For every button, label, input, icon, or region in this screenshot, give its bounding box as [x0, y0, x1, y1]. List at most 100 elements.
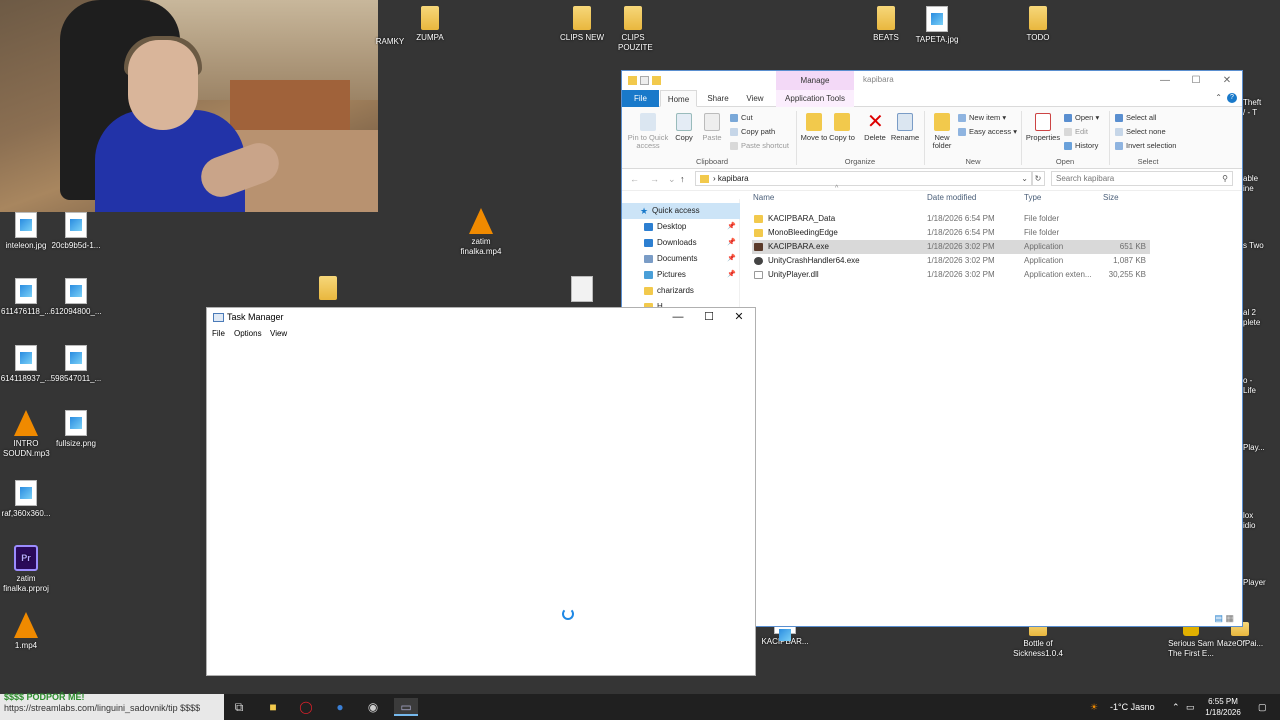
file-row[interactable]: KACIPBARA_Data 1/18/2026 6:54 PM File fo… [752, 212, 1150, 226]
easy-access-button[interactable]: Easy access ▾ [958, 127, 1017, 137]
desktop-icon-612094800[interactable]: 612094800_... [46, 278, 106, 317]
menu-options[interactable]: Options [234, 329, 262, 338]
copy-to-button[interactable]: Copy to [828, 113, 856, 142]
minimize-button[interactable]: — [663, 309, 693, 326]
details-view-icon[interactable]: ▤ [1214, 613, 1223, 623]
help-icon[interactable]: ? [1227, 93, 1237, 103]
desktop-icon-partial-life[interactable]: o - Life [1243, 376, 1280, 396]
copy-path-button[interactable]: Copy path [730, 127, 775, 137]
desktop-icon-1-mp4[interactable]: 1.mp4 [0, 612, 56, 651]
nav-charizards[interactable]: charizards [622, 283, 740, 299]
desktop-icon-partial-able[interactable]: able ine [1243, 174, 1280, 194]
up-button[interactable]: ↑ [680, 174, 685, 184]
select-none-button[interactable]: Select none [1115, 127, 1166, 137]
new-item-button[interactable]: New item ▾ [958, 113, 1006, 123]
open-button[interactable]: Open ▾ [1064, 113, 1099, 123]
file-row[interactable]: UnityCrashHandler64.exe 1/18/2026 3:02 P… [752, 254, 1150, 268]
obs-icon[interactable]: ◉ [364, 698, 382, 716]
nav-downloads[interactable]: Downloads 📌 [622, 235, 740, 251]
column-header-date[interactable]: Date modified [927, 193, 976, 202]
edit-button[interactable]: Edit [1064, 127, 1088, 137]
desktop-icon-clips-pouzite[interactable]: CLIPS POUZITE [603, 6, 663, 53]
history-button[interactable]: History [1064, 141, 1098, 151]
notifications-icon[interactable]: ▢ [1258, 694, 1267, 720]
minimize-button[interactable]: — [1150, 71, 1180, 90]
edge-icon[interactable]: ● [331, 698, 349, 716]
file-row[interactable]: MonoBleedingEdge 1/18/2026 6:54 PM File … [752, 226, 1150, 240]
large-icons-view-icon[interactable]: ▦ [1225, 613, 1234, 623]
tab-view[interactable]: View [738, 90, 772, 107]
column-header-name[interactable]: Name [753, 193, 774, 202]
refresh-button[interactable]: ↻ [1031, 171, 1045, 186]
cut-button[interactable]: Cut [730, 113, 753, 123]
desktop-icon-raf[interactable]: raf,360x360... [0, 480, 56, 519]
desktop-icon-tapeta[interactable]: TAPETA.jpg [907, 6, 967, 45]
address-bar[interactable]: › kapibara ⌄ [695, 171, 1033, 186]
desktop-icon-partial-play[interactable]: Play... [1243, 443, 1280, 453]
clock[interactable]: 6:55 PM 1/18/2026 [1198, 696, 1248, 718]
select-all-button[interactable]: Select all [1115, 113, 1156, 123]
copy-button[interactable]: Copy [672, 113, 696, 142]
weather-text[interactable]: -1°C Jasno [1110, 694, 1155, 720]
menu-file[interactable]: File [212, 329, 225, 338]
file-row[interactable]: UnityPlayer.dll 1/18/2026 3:02 PM Applic… [752, 268, 1150, 282]
recent-locations-icon[interactable]: ⌄ [668, 174, 676, 185]
desktop-icon-bottle-of-sickness[interactable]: Bottle of Sickness1.0.4 [1008, 622, 1068, 659]
forward-button[interactable]: → [650, 174, 659, 184]
properties-button[interactable]: Properties [1024, 113, 1062, 142]
nav-documents[interactable]: Documents 📌 [622, 251, 740, 267]
nav-pictures[interactable]: Pictures 📌 [622, 267, 740, 283]
move-to-button[interactable]: Move to [800, 113, 828, 142]
file-row-selected[interactable]: KACIPBARA.exe 1/18/2026 3:02 PM Applicat… [752, 240, 1150, 254]
column-header-type[interactable]: Type [1024, 193, 1041, 202]
address-dropdown-icon[interactable]: ⌄ [1021, 172, 1028, 185]
close-button[interactable]: ✕ [1212, 71, 1242, 90]
desktop-icon-partial-theft[interactable]: Theft / - T [1243, 98, 1280, 118]
desktop-icon-doc-partial[interactable] [552, 276, 612, 305]
tab-file[interactable]: File [622, 90, 659, 107]
desktop-icon-zatim-finalka-prproj[interactable]: Pr zatim finalka.prproj [0, 545, 56, 594]
nav-desktop[interactable]: Desktop 📌 [622, 219, 740, 235]
context-tab-manage[interactable]: Manage [776, 71, 854, 90]
desktop-icon-598547011[interactable]: 598547011_... [46, 345, 106, 384]
delete-button[interactable]: ✕ Delete [860, 112, 890, 142]
desktop-icon-todo[interactable]: TODO [1008, 6, 1068, 43]
pin-to-quick-access-button[interactable]: Pin to Quick access [624, 113, 672, 150]
desktop-icon-partial-two[interactable]: s Two [1243, 241, 1280, 251]
maximize-button[interactable]: ☐ [1181, 71, 1211, 90]
desktop-icon-partial-al2[interactable]: al 2 plete [1243, 308, 1280, 328]
weather-icon[interactable]: ☀ [1090, 694, 1098, 720]
show-hidden-icons-icon[interactable]: ⌃ [1172, 694, 1180, 720]
desktop-icon-zatim-finalka-mp4[interactable]: zatim finalka.mp4 [451, 208, 511, 257]
tab-application-tools[interactable]: Application Tools [776, 90, 854, 107]
pin-icon: 📌 [727, 239, 736, 246]
paste-shortcut-button[interactable]: Paste shortcut [730, 141, 789, 151]
ribbon-collapse-icon[interactable]: ⌃ [1215, 93, 1222, 102]
tab-share[interactable]: Share [700, 90, 736, 107]
new-folder-icon[interactable] [652, 76, 661, 86]
desktop-icon-zumpa[interactable]: ZUMPA [400, 6, 460, 43]
opera-icon[interactable]: ◯ [297, 698, 315, 716]
desktop-icon-folder-partial[interactable] [298, 276, 358, 303]
back-button[interactable]: ← [630, 174, 639, 184]
rename-button[interactable]: Rename [890, 113, 920, 142]
desktop-icon-partial-player[interactable]: Player [1243, 578, 1280, 588]
invert-selection-button[interactable]: Invert selection [1115, 141, 1176, 151]
menu-view[interactable]: View [270, 329, 287, 338]
properties-icon[interactable] [640, 76, 649, 86]
task-view-icon[interactable]: ⧉ [230, 698, 248, 716]
close-button[interactable]: ✕ [724, 309, 754, 326]
desktop-icon-fullsize[interactable]: fullsize.png [46, 410, 106, 449]
file-explorer-taskbar-icon[interactable]: ■ [264, 698, 282, 716]
column-header-size[interactable]: Size [1103, 193, 1119, 202]
new-folder-button[interactable]: New folder [927, 113, 957, 150]
desktop-icon-20cb9b5d[interactable]: 20cb9b5d-1... [46, 212, 106, 251]
maximize-button[interactable]: ☐ [694, 309, 724, 326]
tablet-icon[interactable]: ▭ [1186, 694, 1195, 720]
task-manager-taskbar-icon[interactable]: ▭ [394, 698, 418, 716]
tab-home[interactable]: Home [660, 90, 697, 107]
desktop-icon-partial-studio[interactable]: lox idio [1243, 511, 1280, 531]
paste-button[interactable]: Paste [699, 113, 725, 142]
search-input[interactable]: Search kapibara [1051, 171, 1233, 186]
nav-quick-access[interactable]: ★ Quick access [622, 203, 740, 219]
